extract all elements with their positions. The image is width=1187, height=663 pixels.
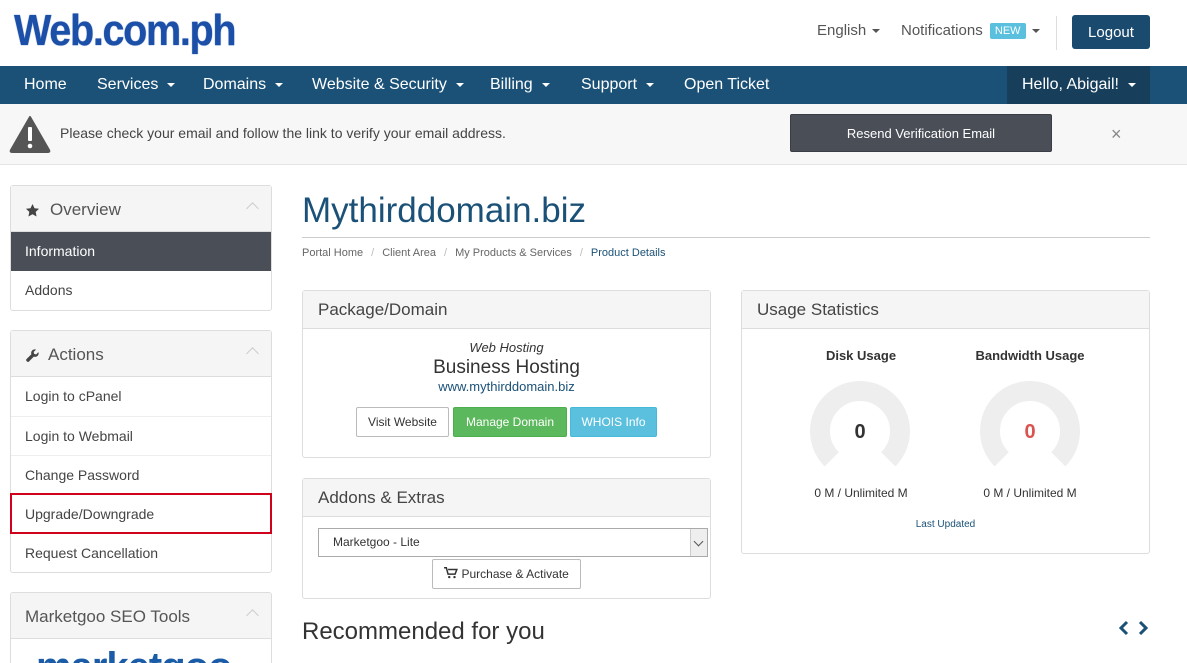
nav-label: Website & Security	[312, 76, 447, 93]
nav-label: Domains	[203, 76, 267, 93]
package-name: Business Hosting	[433, 357, 580, 378]
wrench-icon	[26, 349, 39, 362]
nav-label: Open Ticket	[684, 76, 770, 93]
nav-domains[interactable]: Domains	[203, 66, 284, 104]
chevron-up-icon[interactable]	[246, 347, 259, 360]
sidebar-item-addons[interactable]: Addons	[11, 271, 271, 310]
page-title: Mythirddomain.biz	[302, 191, 586, 230]
warning-triangle-icon	[9, 116, 51, 153]
addon-select[interactable]: Marketgoo - Lite	[318, 528, 708, 557]
package-type: Web Hosting	[469, 340, 544, 355]
verification-alert: Please check your email and follow the l…	[0, 104, 1187, 165]
notifications-dropdown[interactable]: Notifications NEW	[901, 22, 1040, 40]
sidebar-item-login-webmail[interactable]: Login to Webmail	[11, 416, 271, 455]
marketgoo-title: Marketgoo SEO Tools	[25, 607, 191, 626]
chevron-right-icon[interactable]	[1137, 620, 1149, 636]
nav-billing[interactable]: Billing	[490, 66, 550, 104]
nav-website-security[interactable]: Website & Security	[312, 66, 464, 104]
usage-statistics-panel: Usage Statistics Disk Usage 0 0 M / Unli…	[741, 290, 1150, 554]
sidebar-item-upgrade-downgrade[interactable]: Upgrade/Downgrade	[10, 493, 272, 534]
header-divider	[1056, 16, 1057, 50]
overview-panel-header[interactable]: Overview	[11, 186, 271, 232]
breadcrumb-products-services[interactable]: My Products & Services	[455, 247, 572, 259]
addon-selected-value: Marketgoo - Lite	[333, 535, 420, 549]
actions-panel-header[interactable]: Actions	[11, 331, 271, 377]
close-icon[interactable]: ×	[1111, 124, 1122, 145]
breadcrumb-portal-home[interactable]: Portal Home	[302, 247, 363, 259]
caret-down-icon	[167, 82, 176, 87]
last-updated-label: Last Updated	[915, 519, 976, 530]
logout-button[interactable]: Logout	[1072, 15, 1150, 49]
sidebar-item-login-cpanel[interactable]: Login to cPanel	[11, 377, 271, 416]
chevron-left-icon[interactable]	[1118, 620, 1130, 636]
title-divider	[302, 237, 1150, 238]
site-logo[interactable]: Web.com.ph	[14, 6, 237, 56]
caret-down-icon	[275, 82, 284, 87]
overview-panel: Overview Information Addons	[10, 185, 272, 311]
actions-panel: Actions Login to cPanel Login to Webmail…	[10, 330, 272, 573]
caret-down-icon	[872, 29, 881, 34]
alert-message: Please check your email and follow the l…	[60, 125, 506, 141]
language-dropdown[interactable]: English	[817, 22, 881, 39]
package-domain-heading: Package/Domain	[303, 291, 710, 329]
manage-domain-button[interactable]: Manage Domain	[453, 407, 567, 437]
nav-label: Support	[581, 76, 638, 93]
nav-open-ticket[interactable]: Open Ticket	[684, 66, 769, 104]
marketgoo-logo[interactable]: marketgoo	[36, 645, 232, 663]
cart-icon	[444, 566, 459, 579]
nav-label: Services	[97, 76, 159, 93]
actions-title: Actions	[48, 345, 104, 364]
recommended-title: Recommended for you	[302, 618, 545, 645]
disk-usage-text: 0 M / Unlimited M	[814, 486, 908, 500]
sidebar-item-information[interactable]: Information	[11, 232, 271, 271]
sidebar-item-request-cancellation[interactable]: Request Cancellation	[11, 533, 271, 572]
chevron-down-icon[interactable]	[690, 529, 707, 556]
usage-statistics-heading: Usage Statistics	[742, 291, 1149, 329]
star-icon	[25, 203, 40, 217]
notifications-label: Notifications	[901, 22, 983, 39]
breadcrumb-client-area[interactable]: Client Area	[382, 247, 436, 259]
resend-verification-button[interactable]: Resend Verification Email	[790, 114, 1052, 152]
user-greeting: Hello, Abigail!	[1022, 76, 1119, 93]
nav-label: Billing	[490, 76, 533, 93]
language-label: English	[817, 22, 867, 39]
disk-usage-label: Disk Usage	[825, 348, 897, 363]
caret-down-icon	[541, 82, 550, 87]
package-domain-panel: Package/Domain Web Hosting Business Host…	[302, 290, 711, 458]
nav-support[interactable]: Support	[581, 66, 655, 104]
package-domain-link[interactable]: www.mythirddomain.biz	[303, 379, 710, 394]
breadcrumb-product-details: Product Details	[590, 247, 666, 259]
user-menu[interactable]: Hello, Abigail!	[1007, 66, 1150, 104]
caret-down-icon	[646, 82, 655, 87]
visit-website-button[interactable]: Visit Website	[356, 407, 449, 437]
addons-extras-panel: Addons & Extras Marketgoo - Lite Purchas…	[302, 478, 711, 599]
bandwidth-usage-value: 0	[1024, 421, 1036, 443]
nav-services[interactable]: Services	[97, 66, 176, 104]
nav-label: Home	[24, 76, 67, 93]
main-nav: Home Services Domains Website & Security…	[0, 66, 1187, 104]
caret-down-icon	[455, 82, 464, 87]
notifications-new-badge: NEW	[989, 23, 1026, 40]
sidebar-item-change-password[interactable]: Change Password	[11, 455, 271, 494]
purchase-activate-label: Purchase & Activate	[461, 567, 569, 581]
marketgoo-panel-header[interactable]: Marketgoo SEO Tools	[11, 593, 271, 639]
caret-down-icon	[1127, 82, 1136, 87]
addons-extras-heading: Addons & Extras	[303, 479, 710, 517]
purchase-activate-button[interactable]: Purchase & Activate	[432, 559, 581, 589]
chevron-up-icon[interactable]	[246, 609, 259, 622]
breadcrumb: Portal Home / Client Area / My Products & Se…	[302, 247, 666, 259]
overview-title: Overview	[50, 200, 121, 219]
chevron-up-icon[interactable]	[246, 202, 259, 215]
nav-home[interactable]: Home	[24, 66, 67, 104]
disk-usage-value: 0	[854, 421, 866, 443]
site-header: Web.com.ph English Notifications NEW Log…	[0, 0, 1187, 66]
bandwidth-usage-text: 0 M / Unlimited M	[983, 486, 1077, 500]
caret-down-icon	[1031, 29, 1040, 34]
bandwidth-usage-label: Bandwidth Usage	[975, 348, 1085, 363]
whois-info-button[interactable]: WHOIS Info	[570, 407, 657, 437]
